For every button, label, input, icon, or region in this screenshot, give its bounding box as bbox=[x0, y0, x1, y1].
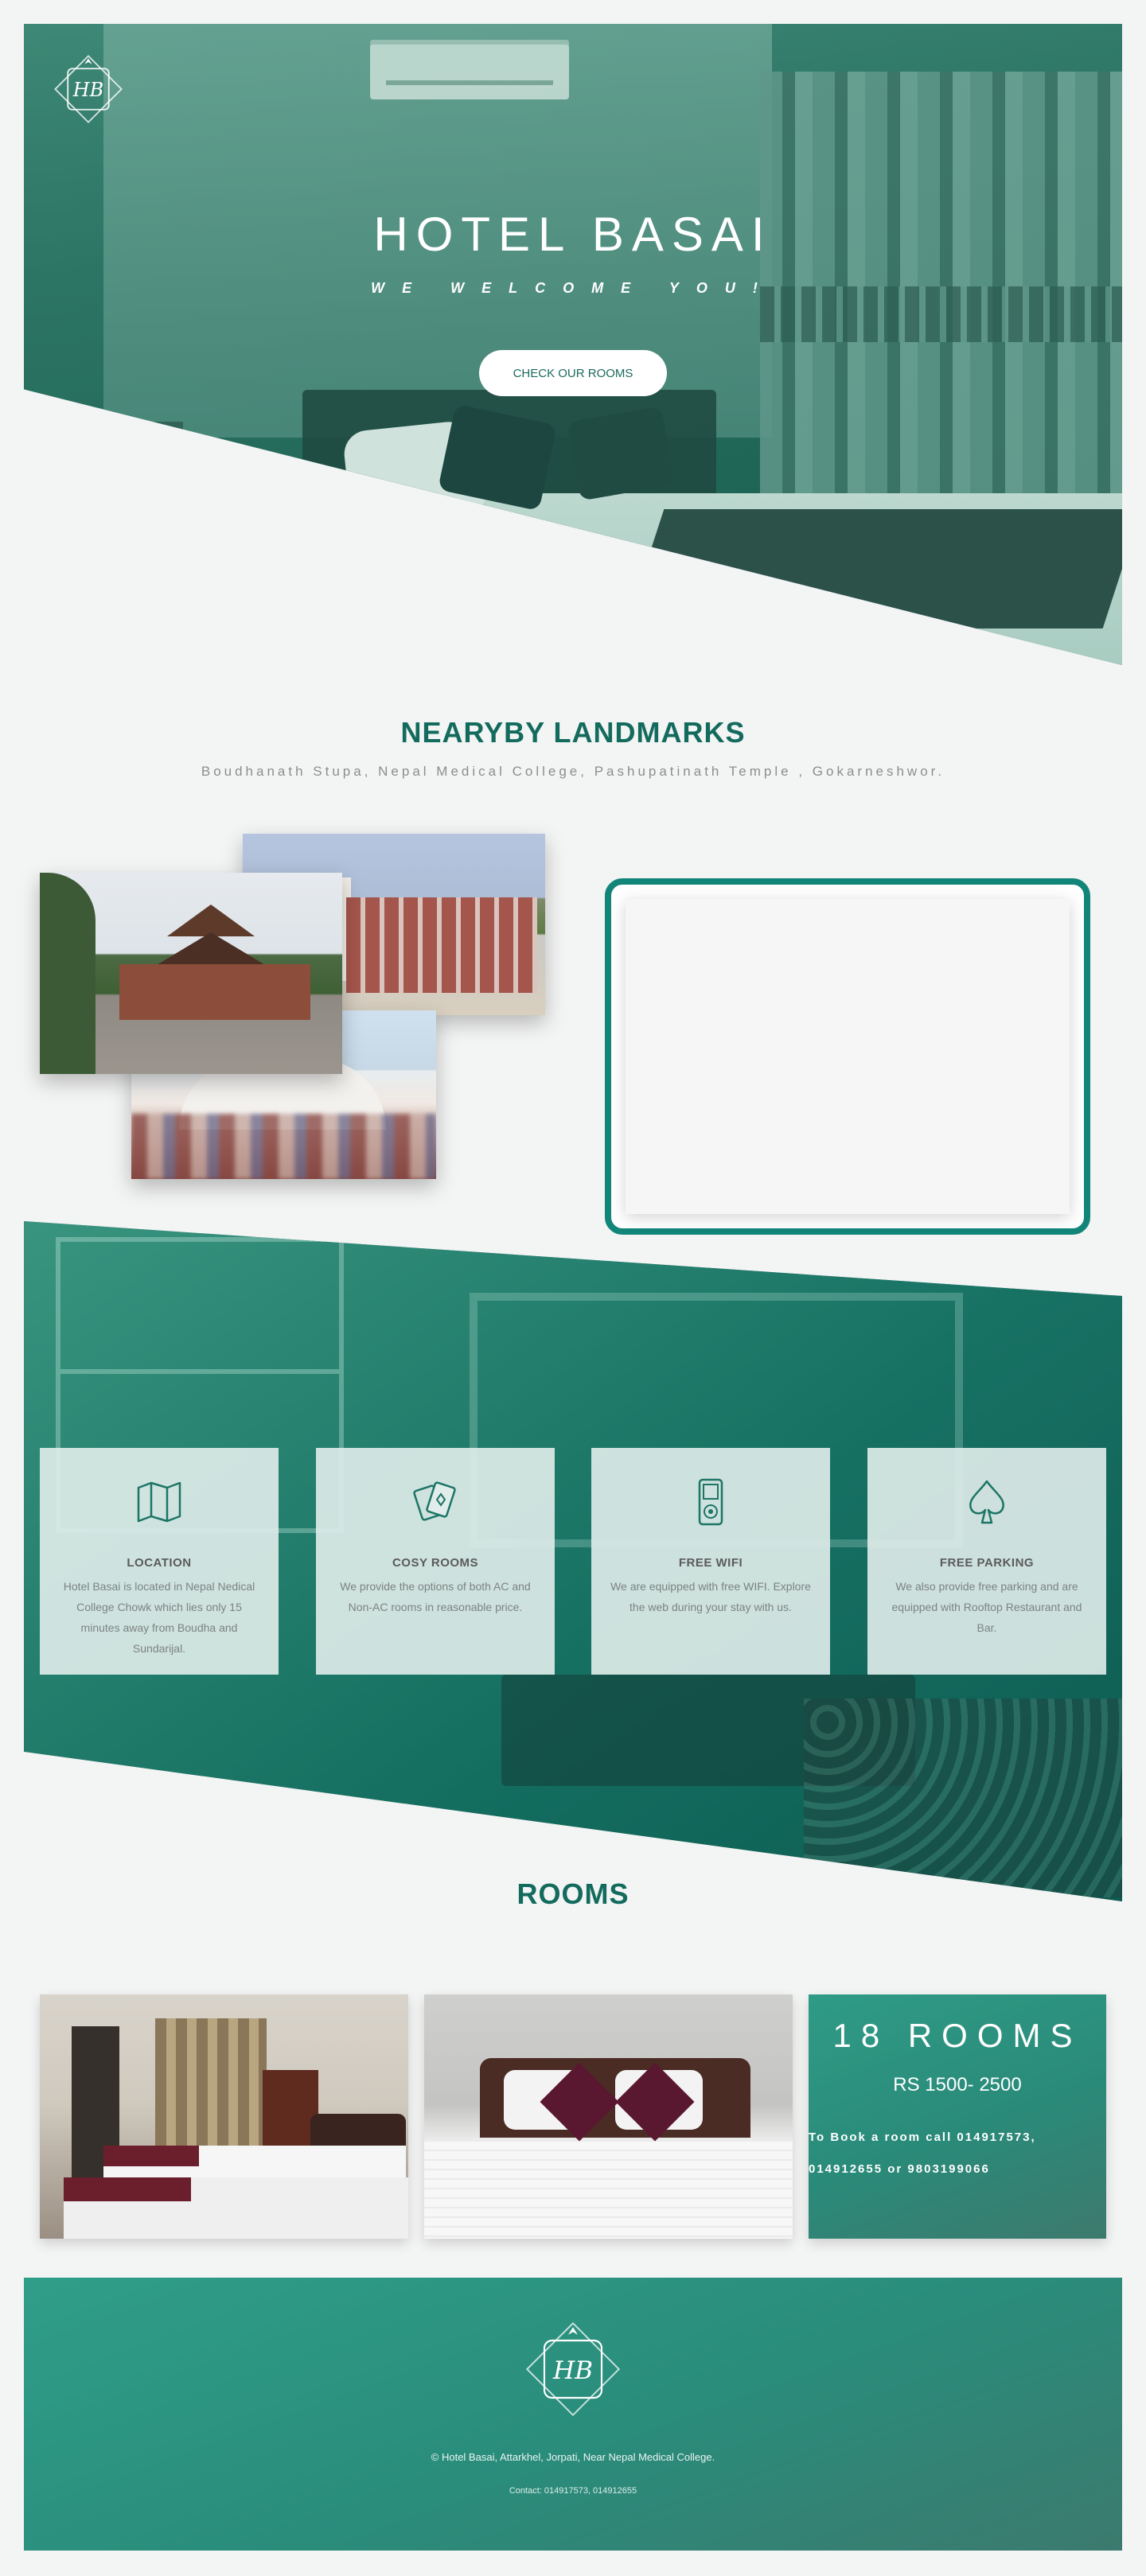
hero-chair-image bbox=[103, 422, 183, 665]
ipod-icon bbox=[698, 1478, 723, 1526]
hotel-logo-icon: HB bbox=[525, 2321, 621, 2417]
landmarks-subtitle: Boudhanath Stupa, Nepal Medical College,… bbox=[201, 764, 945, 779]
room-photo-double bbox=[424, 1994, 793, 2239]
cards-icon bbox=[413, 1481, 456, 1521]
map-placeholder[interactable] bbox=[626, 899, 1070, 1214]
svg-text:HB: HB bbox=[552, 2356, 593, 2385]
feature-text: We also provide free parking and are equ… bbox=[891, 1580, 1082, 1634]
hero-pillow-image bbox=[567, 406, 675, 501]
hotel-logo-icon[interactable]: HB bbox=[52, 53, 125, 126]
hero-throw-image bbox=[625, 509, 1122, 628]
features-background-sofa bbox=[804, 1699, 1122, 1897]
spade-icon bbox=[969, 1480, 1004, 1524]
map-icon bbox=[137, 1481, 181, 1523]
hero-bottle-image bbox=[187, 501, 223, 589]
feature-card-wifi: FREE WIFI We are equipped with free WIFI… bbox=[591, 1448, 830, 1675]
footer-copyright: © Hotel Basai, Attarkhel, Jorpati, Near … bbox=[431, 2451, 715, 2463]
feature-title: FREE WIFI bbox=[678, 1556, 743, 1570]
landmark-photo-temple bbox=[40, 873, 342, 1074]
room-booking-info: To Book a room call 014917573, 014912655… bbox=[809, 2130, 1036, 2176]
room-price: RS 1500- 2500 bbox=[893, 2074, 1022, 2095]
footer: HB © Hotel Basai, Attarkhel, Jorpati, Ne… bbox=[24, 2278, 1122, 2551]
feature-text: We provide the options of both AC and No… bbox=[340, 1580, 531, 1613]
footer-contact: Contact: 014917573, 014912655 bbox=[509, 2486, 637, 2496]
hero-subtitle: WE WELCOME YOU! bbox=[371, 280, 775, 296]
map-frame[interactable] bbox=[605, 878, 1090, 1235]
feature-title: FREE PARKING bbox=[939, 1556, 1035, 1570]
feature-card-parking: FREE PARKING We also provide free parkin… bbox=[867, 1448, 1106, 1675]
room-count: 18 ROOMS bbox=[832, 2017, 1082, 2054]
feature-card-location: LOCATION Hotel Basai is located in Nepal… bbox=[40, 1448, 279, 1675]
rooms-title: ROOMS bbox=[516, 1878, 630, 1910]
feature-title: COSY ROOMS bbox=[392, 1556, 479, 1570]
svg-text:HB: HB bbox=[72, 79, 103, 101]
feature-card-rooms: COSY ROOMS We provide the options of bot… bbox=[316, 1448, 555, 1675]
hero-air-conditioner-image bbox=[370, 40, 569, 99]
feature-text: We are equipped with free WIFI. Explore … bbox=[610, 1580, 811, 1613]
hero-section: HB HOTEL BASAI WE WELCOME YOU! CHECK OUR… bbox=[24, 24, 1122, 665]
landmarks-title: NEARYBY LANDMARKS bbox=[400, 716, 746, 749]
feature-title: LOCATION bbox=[127, 1556, 192, 1570]
room-photo-twin bbox=[40, 1994, 408, 2239]
room-info-panel: 18 ROOMS RS 1500- 2500 To Book a room ca… bbox=[809, 1994, 1106, 2239]
hero-title: HOTEL BASAI bbox=[373, 208, 773, 261]
feature-text: Hotel Basai is located in Nepal Nedical … bbox=[63, 1580, 255, 1655]
check-rooms-button[interactable]: CHECK OUR ROOMS bbox=[479, 350, 667, 396]
